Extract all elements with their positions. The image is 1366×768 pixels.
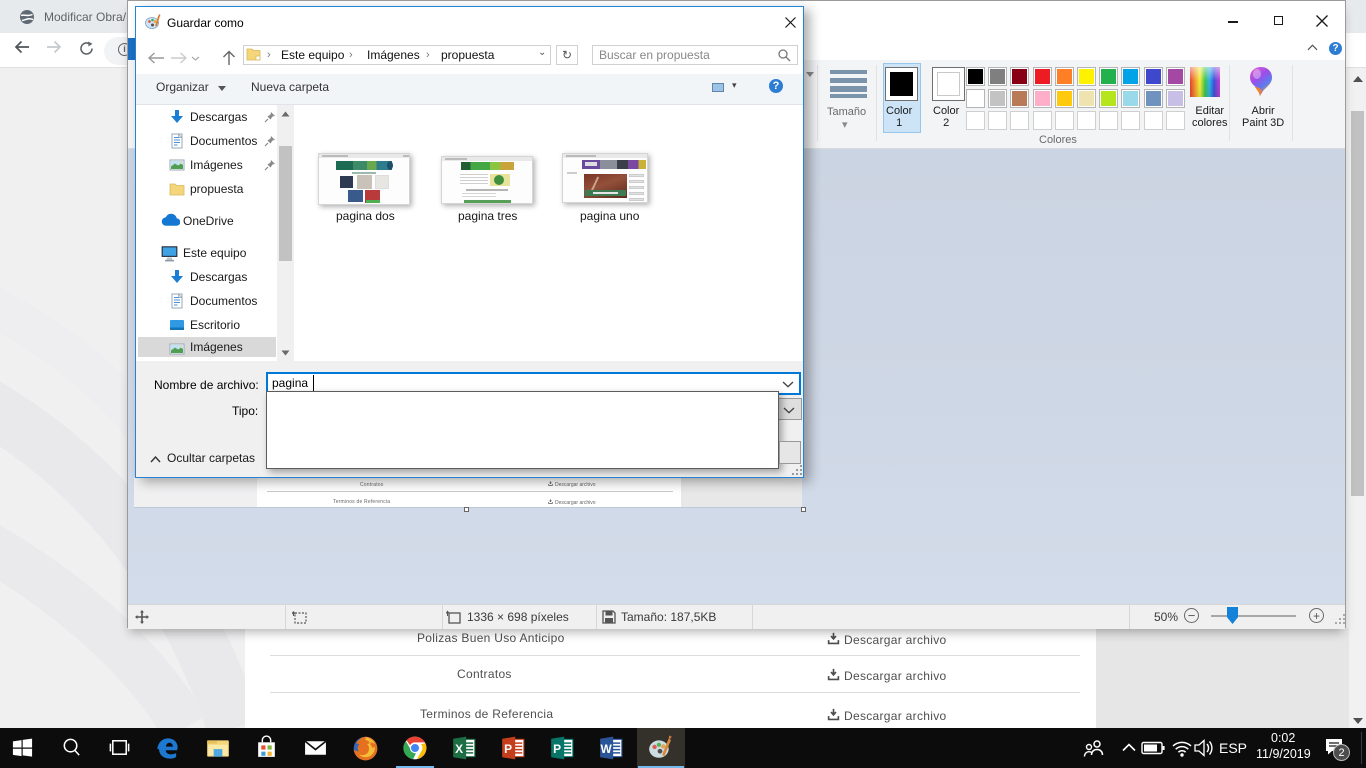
svg-text:P: P [504,742,512,756]
svg-text:P: P [553,742,561,756]
svg-text:X: X [455,742,463,756]
svg-text:W: W [601,742,613,756]
